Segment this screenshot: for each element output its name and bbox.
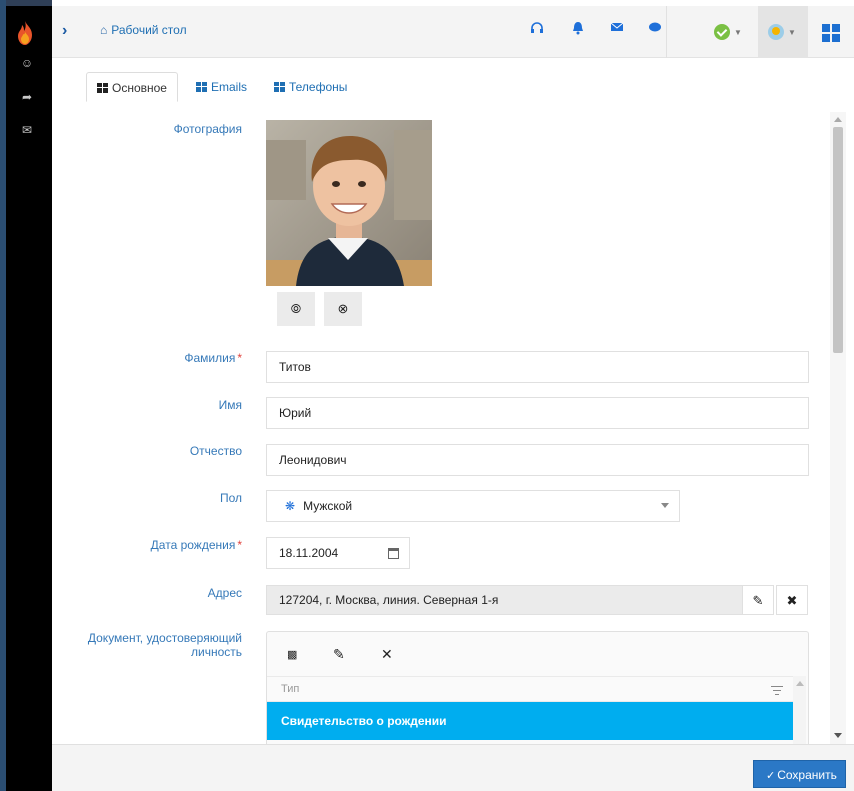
- upload-photo-button[interactable]: ⦾: [277, 292, 315, 326]
- calendar-icon[interactable]: [388, 548, 399, 559]
- tab-label: Телефоны: [289, 80, 348, 94]
- user-icon[interactable]: ▼: [768, 23, 796, 41]
- check-icon: ✓: [766, 770, 776, 782]
- left-rail: [0, 0, 52, 791]
- gender-select[interactable]: ❋ Мужской: [266, 490, 680, 522]
- edit-address-button[interactable]: ✎: [742, 585, 774, 615]
- form: Фотография ⦾ ⊗ Фамилия* Титов Имя Юрий: [52, 102, 828, 744]
- document-scrollbar[interactable]: [793, 676, 806, 744]
- document-table-header: Тип: [267, 676, 793, 702]
- address-label: Адрес: [207, 586, 242, 600]
- mail-icon[interactable]: [610, 21, 624, 33]
- gender-value: Мужской: [303, 499, 353, 513]
- remove-photo-button[interactable]: ⊗: [324, 292, 362, 326]
- grid-icon: [274, 82, 285, 92]
- document-label: Документ, удостоверяющий личность: [87, 631, 242, 659]
- rail-top-strip: [6, 0, 52, 6]
- required-marker: *: [237, 351, 242, 365]
- tab-main[interactable]: Основное: [86, 72, 178, 102]
- clear-address-button[interactable]: ✖: [776, 585, 808, 615]
- required-marker: *: [237, 538, 242, 552]
- tab-emails[interactable]: Emails: [186, 72, 257, 102]
- birth-date-value: 18.11.2004: [279, 546, 339, 560]
- grid-icon: [196, 82, 207, 92]
- chat-icon[interactable]: [648, 21, 662, 33]
- scroll-up-icon[interactable]: [834, 117, 842, 122]
- home-icon: ⌂: [100, 23, 108, 37]
- tab-phones[interactable]: Телефоны: [264, 72, 357, 102]
- patronymic-label: Отчество: [189, 444, 242, 458]
- add-document-icon[interactable]: ▩: [287, 648, 297, 661]
- tab-label: Emails: [211, 80, 248, 94]
- first-name-label: Имя: [218, 398, 242, 412]
- apps-grid-icon[interactable]: [822, 24, 840, 42]
- last-name-input[interactable]: Титов: [266, 351, 809, 383]
- top-bar: › ⌂ Рабочий стол ▼ ▼: [52, 6, 854, 58]
- last-name-label: Фамилия *: [184, 351, 242, 365]
- photo-label: Фотография: [173, 122, 242, 136]
- address-input[interactable]: 127204, г. Москва, линия. Северная 1-я: [266, 585, 743, 615]
- rail-edge: [0, 0, 6, 791]
- save-label: Сохранить: [777, 768, 837, 782]
- breadcrumb-label[interactable]: Рабочий стол: [111, 23, 186, 37]
- document-panel: ▩ ✎ ✕ Тип Свидетельство о рождении: [266, 631, 809, 744]
- mail-icon[interactable]: ✉: [20, 123, 34, 137]
- chevron-down-icon: [661, 503, 669, 508]
- tab-label: Основное: [112, 81, 167, 95]
- main-scrollbar[interactable]: [830, 112, 846, 744]
- scroll-down-icon[interactable]: [834, 733, 842, 738]
- patronymic-input[interactable]: Леонидович: [266, 444, 809, 476]
- delete-document-icon[interactable]: ✕: [381, 646, 393, 663]
- status-ok-icon[interactable]: ▼: [714, 23, 742, 41]
- breadcrumb[interactable]: ⌂ Рабочий стол: [100, 23, 187, 37]
- birth-date-input[interactable]: 18.11.2004: [266, 537, 410, 569]
- flame-logo-icon[interactable]: [12, 20, 38, 46]
- bell-icon[interactable]: [572, 21, 584, 35]
- gender-label: Пол: [219, 491, 242, 505]
- table-row[interactable]: Свидетельство о рождении: [267, 702, 793, 740]
- grid-icon: [97, 83, 108, 93]
- headset-icon[interactable]: [530, 21, 544, 35]
- gender-icon: ❋: [285, 499, 296, 513]
- photo-image: [266, 120, 432, 286]
- scroll-thumb[interactable]: [833, 127, 843, 353]
- save-button[interactable]: ✓ Сохранить: [753, 760, 846, 788]
- edit-document-icon[interactable]: ✎: [333, 646, 345, 663]
- footer: ✓ Сохранить: [52, 744, 854, 791]
- share-arrow-icon[interactable]: ➦: [20, 90, 34, 104]
- filter-icon[interactable]: [771, 686, 783, 698]
- divider: [666, 6, 667, 58]
- expand-chevron-icon[interactable]: ›: [62, 22, 67, 40]
- badge-icon[interactable]: ☺: [20, 56, 34, 70]
- column-type[interactable]: Тип: [281, 683, 299, 695]
- first-name-input[interactable]: Юрий: [266, 397, 809, 429]
- birth-date-label: Дата рождения *: [150, 538, 242, 552]
